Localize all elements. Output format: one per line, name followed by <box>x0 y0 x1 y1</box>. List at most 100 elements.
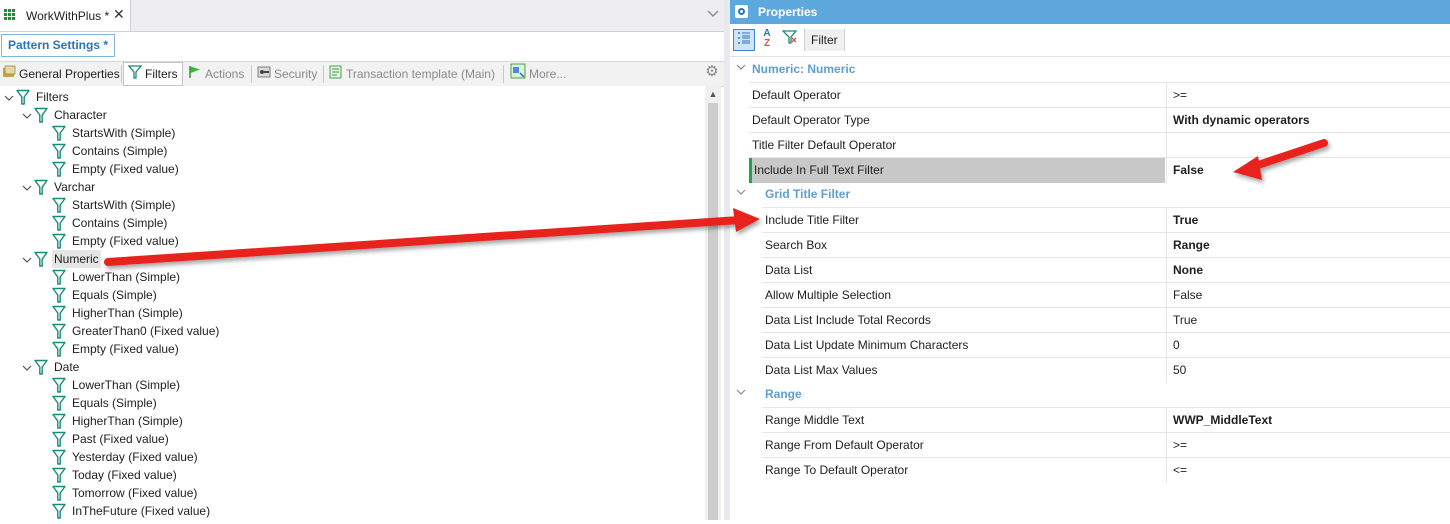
property-value[interactable]: None <box>1173 258 1203 283</box>
tree-node-date[interactable]: Date <box>0 358 700 376</box>
tree-leaf-filter[interactable]: LowerThan (Simple) <box>0 268 700 286</box>
property-row[interactable]: Include In Full Text Filter False <box>749 157 1450 183</box>
tree-leaf-filter-label: Tomorrow (Fixed value) <box>72 486 198 500</box>
alphabetical-sort-icon[interactable]: A Z <box>757 29 777 49</box>
pattern-settings-tab[interactable]: Pattern Settings * <box>1 34 116 57</box>
chevron-down-icon[interactable] <box>705 6 721 22</box>
property-row[interactable]: Title Filter Default Operator <box>749 132 1450 158</box>
tree-leaf-filter[interactable]: Yesterday (Fixed value) <box>0 448 700 466</box>
tab-more[interactable]: More... <box>510 62 566 86</box>
filter-icon <box>52 341 66 357</box>
property-category[interactable]: Numeric: Numeric <box>730 57 1450 82</box>
filter-properties-icon[interactable] <box>780 29 800 49</box>
tree-leaf-filter[interactable]: Contains (Simple) <box>0 142 700 160</box>
scroll-up-icon[interactable]: ▲ <box>705 86 721 102</box>
filter-icon <box>52 467 66 483</box>
column-divider <box>1166 408 1167 433</box>
tree-node-filters[interactable]: Filters <box>0 88 700 106</box>
properties-header: Properties <box>730 0 1450 24</box>
column-divider <box>1166 233 1167 258</box>
filter-icon <box>52 449 66 465</box>
property-row[interactable]: Data List Update Minimum Characters 0 <box>762 332 1450 358</box>
tree-node-varchar[interactable]: Varchar <box>0 178 700 196</box>
filter-icon <box>52 215 66 231</box>
property-value[interactable]: With dynamic operators <box>1173 108 1310 133</box>
tree-node-numeric[interactable]: Numeric <box>0 250 700 268</box>
column-divider <box>1166 308 1167 333</box>
tree-leaf-filter[interactable]: Equals (Simple) <box>0 286 700 304</box>
filter-tab[interactable]: Filter <box>804 29 845 51</box>
close-icon[interactable]: ✕ <box>113 6 125 23</box>
property-row[interactable]: Data List Include Total Records True <box>762 307 1450 333</box>
filter-icon <box>52 287 66 303</box>
tree-leaf-filter[interactable]: GreaterThan0 (Fixed value) <box>0 322 700 340</box>
property-value[interactable]: >= <box>1173 433 1187 458</box>
tree-leaf-filter[interactable]: Tomorrow (Fixed value) <box>0 484 700 502</box>
property-name: Include In Full Text Filter <box>749 158 1165 183</box>
property-row[interactable]: Allow Multiple Selection False <box>762 282 1450 308</box>
collapse-icon[interactable] <box>736 182 746 207</box>
tree-leaf-filter[interactable]: Equals (Simple) <box>0 394 700 412</box>
tree-leaf-filter-label: Yesterday (Fixed value) <box>72 450 198 464</box>
property-value[interactable]: 0 <box>1173 333 1180 358</box>
property-name: Title Filter Default Operator <box>752 138 897 152</box>
property-value[interactable]: >= <box>1173 83 1187 108</box>
gear-icon[interactable]: ⚙ <box>704 64 720 80</box>
property-row[interactable]: Default Operator >= <box>749 82 1450 108</box>
tab-transaction-template[interactable]: Transaction template (Main) <box>329 62 495 86</box>
property-value[interactable]: <= <box>1173 458 1187 483</box>
tree-leaf-filter[interactable]: Empty (Fixed value) <box>0 340 700 358</box>
tab-general-properties[interactable]: General Properties <box>2 62 120 86</box>
property-row[interactable]: Range From Default Operator >= <box>762 432 1450 458</box>
tree-node-character[interactable]: Character <box>0 106 700 124</box>
tree-leaf-filter[interactable]: Empty (Fixed value) <box>0 232 700 250</box>
tree-leaf-filter[interactable]: HigherThan (Simple) <box>0 412 700 430</box>
tree-leaf-filter-label: Contains (Simple) <box>72 144 168 158</box>
tree-leaf-filter[interactable]: HigherThan (Simple) <box>0 304 700 322</box>
property-category[interactable]: Range <box>730 382 1450 407</box>
workwithplus-grid-icon <box>4 9 16 21</box>
properties-title: Properties <box>758 5 818 19</box>
property-row[interactable]: Data List Max Values 50 <box>762 357 1450 383</box>
property-value[interactable]: Range <box>1173 233 1210 258</box>
tree-scrollbar[interactable]: ▲ <box>705 86 721 520</box>
tree-leaf-filter[interactable]: StartsWith (Simple) <box>0 124 700 142</box>
tree-leaf-filter[interactable]: InTheFuture (Fixed value) <box>0 502 700 520</box>
document-tab-workwithplus[interactable]: WorkWithPlus * ✕ <box>0 0 131 31</box>
tree-leaf-filter[interactable]: Empty (Fixed value) <box>0 160 700 178</box>
column-divider <box>1166 333 1167 358</box>
property-name: Data List <box>765 263 813 277</box>
column-divider <box>1166 283 1167 308</box>
property-value[interactable]: False <box>1173 158 1204 183</box>
tab-security[interactable]: Security <box>257 62 317 86</box>
filter-icon <box>52 431 66 447</box>
property-row[interactable]: Include Title Filter True <box>762 207 1450 233</box>
property-value[interactable]: 50 <box>1173 358 1186 383</box>
property-row[interactable]: Data List None <box>762 257 1450 283</box>
property-value[interactable]: True <box>1173 308 1197 333</box>
tab-transaction-template-label: Transaction template (Main) <box>346 67 495 81</box>
tree-leaf-filter[interactable]: Contains (Simple) <box>0 214 700 232</box>
tree-leaf-filter-label: LowerThan (Simple) <box>72 270 181 284</box>
tab-filters[interactable]: Filters <box>123 62 183 86</box>
property-value[interactable]: False <box>1173 283 1202 308</box>
property-row[interactable]: Default Operator Type With dynamic operat… <box>749 107 1450 133</box>
collapse-icon[interactable] <box>736 57 746 82</box>
property-row[interactable]: Range To Default Operator <= <box>762 457 1450 483</box>
pattern-toolbar: General Properties Filters Actions Secur… <box>0 61 724 87</box>
tree-leaf-filter[interactable]: StartsWith (Simple) <box>0 196 700 214</box>
property-row[interactable]: Search Box Range <box>762 232 1450 258</box>
tree-leaf-filter-label: Equals (Simple) <box>72 288 157 302</box>
property-category[interactable]: Grid Title Filter <box>730 182 1450 207</box>
scrollbar-thumb[interactable] <box>708 103 718 520</box>
tree-leaf-filter-label: InTheFuture (Fixed value) <box>72 504 211 518</box>
categorized-view-icon[interactable] <box>733 29 755 51</box>
property-value[interactable]: True <box>1173 208 1198 233</box>
property-row[interactable]: Range Middle Text WWP_MiddleText <box>762 407 1450 433</box>
tab-actions[interactable]: Actions <box>188 62 244 86</box>
property-value[interactable]: WWP_MiddleText <box>1173 408 1272 433</box>
tree-leaf-filter[interactable]: Past (Fixed value) <box>0 430 700 448</box>
collapse-icon[interactable] <box>736 382 746 407</box>
tree-leaf-filter[interactable]: LowerThan (Simple) <box>0 376 700 394</box>
tree-leaf-filter[interactable]: Today (Fixed value) <box>0 466 700 484</box>
